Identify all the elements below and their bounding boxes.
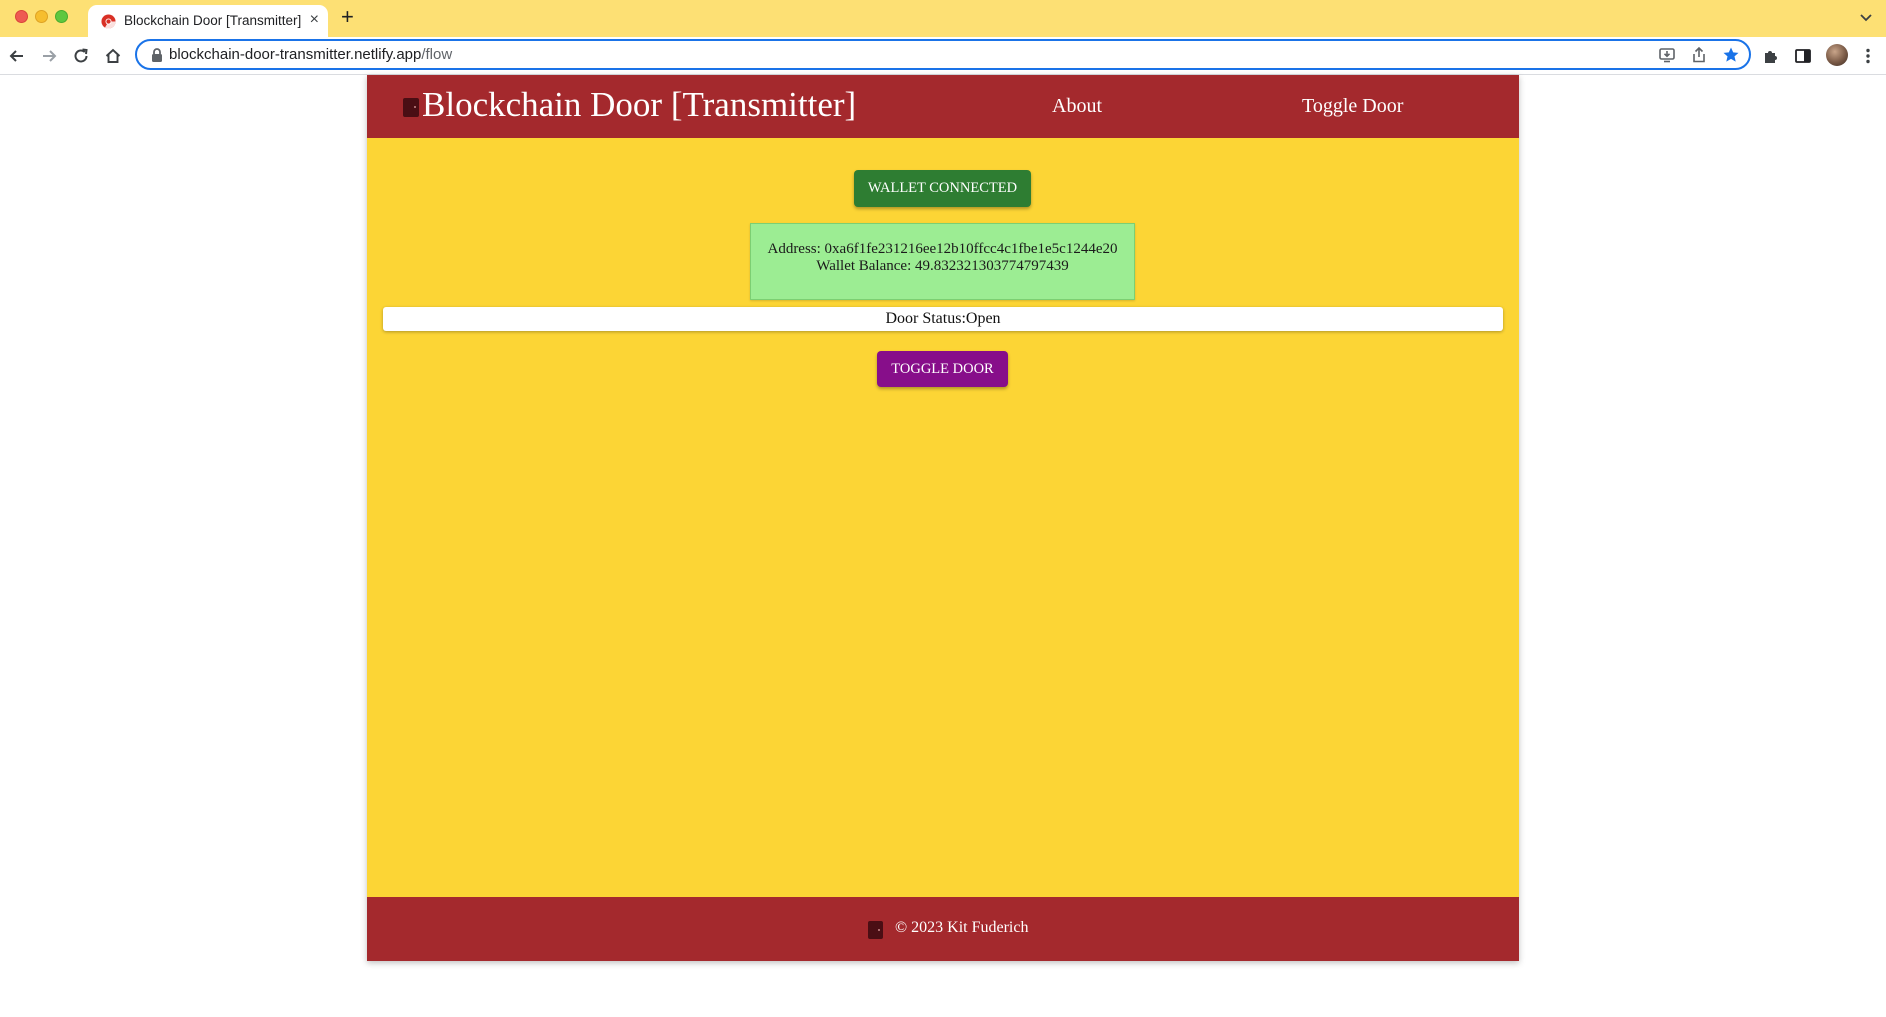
door-status: Door Status:Open <box>383 307 1503 331</box>
bookmark-star-icon[interactable] <box>1722 46 1740 64</box>
door-icon <box>403 98 419 117</box>
home-icon[interactable] <box>103 46 123 66</box>
door-icon <box>868 921 883 939</box>
lock-icon[interactable] <box>150 47 164 63</box>
toggle-door-button[interactable]: TOGGLE DOOR <box>877 351 1008 387</box>
browser-tab-active[interactable]: Blockchain Door [Transmitter] × <box>88 5 328 37</box>
share-icon[interactable] <box>1690 46 1708 64</box>
reload-icon[interactable] <box>71 46 91 66</box>
wallet-balance: Wallet Balance: 49.832321303774797439 <box>816 258 1069 274</box>
browser-toolbar: blockchain-door-transmitter.netlify.app/… <box>0 37 1886 75</box>
nav-link-toggle-door[interactable]: Toggle Door <box>1302 95 1403 118</box>
browser-tab-strip: Blockchain Door [Transmitter] × + <box>0 0 1886 37</box>
tab-title: Blockchain Door [Transmitter] <box>124 13 302 28</box>
nav-link-about[interactable]: About <box>1052 95 1102 118</box>
install-app-icon[interactable] <box>1658 46 1676 64</box>
url-text: blockchain-door-transmitter.netlify.app/… <box>169 46 452 63</box>
new-tab-button[interactable]: + <box>341 6 354 28</box>
page-container: Blockchain Door [Transmitter] About Togg… <box>367 75 1519 961</box>
back-arrow-icon[interactable] <box>7 46 27 66</box>
extensions-puzzle-icon[interactable] <box>1761 46 1781 66</box>
footer-copyright: © 2023 Kit Fuderich <box>895 919 1029 936</box>
site-footer: © 2023 Kit Fuderich <box>367 897 1519 961</box>
wallet-info-box: Address: 0xa6f1fe231216ee12b10ffcc4c1fbe… <box>750 223 1135 300</box>
wallet-address: Address: 0xa6f1fe231216ee12b10ffcc4c1fbe… <box>767 241 1118 257</box>
maximize-window-button[interactable] <box>55 10 68 23</box>
more-menu-icon[interactable] <box>1858 46 1878 66</box>
side-panel-icon[interactable] <box>1793 46 1813 66</box>
forward-arrow-icon[interactable] <box>39 46 59 66</box>
wallet-connected-button[interactable]: WALLET CONNECTED <box>854 170 1031 207</box>
site-title[interactable]: Blockchain Door [Transmitter] <box>422 85 856 125</box>
address-bar[interactable]: blockchain-door-transmitter.netlify.app/… <box>135 39 1751 70</box>
url-path: /flow <box>421 46 453 63</box>
profile-avatar[interactable] <box>1826 44 1848 66</box>
close-window-button[interactable] <box>15 10 28 23</box>
chevron-down-icon[interactable] <box>1858 9 1874 25</box>
url-host: blockchain-door-transmitter.netlify.app <box>169 46 422 63</box>
close-tab-icon[interactable]: × <box>310 11 319 29</box>
site-header: Blockchain Door [Transmitter] About Togg… <box>367 75 1519 138</box>
minimize-window-button[interactable] <box>35 10 48 23</box>
chrome-logo-icon <box>101 14 116 29</box>
